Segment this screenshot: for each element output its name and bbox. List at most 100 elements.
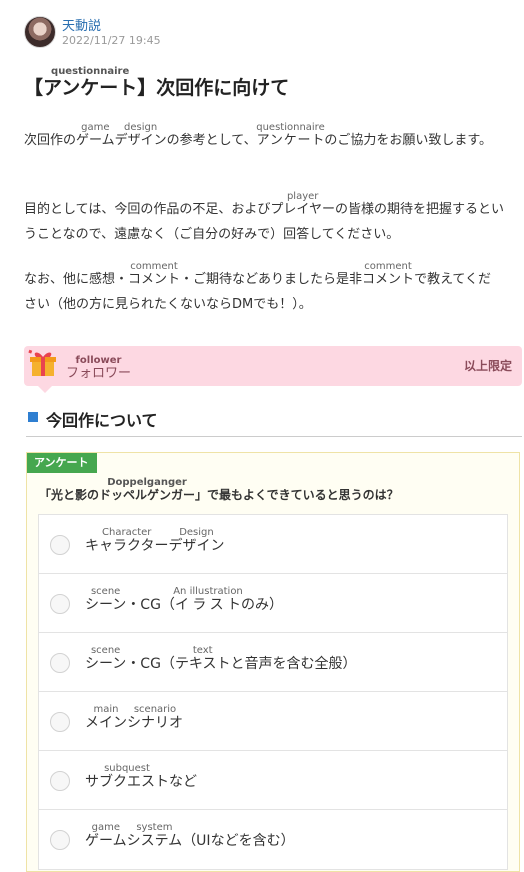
para1-ruby-design-base: デザイン (114, 133, 167, 148)
option-ruby-base: システム (126, 833, 183, 849)
title-open: 【 (24, 77, 44, 99)
option-ruby-text: An illustration (173, 586, 243, 597)
follower-label: フォロワーfollower (66, 355, 131, 381)
option-ruby-base: テキスト (174, 656, 231, 672)
para1-ruby-game-base: ゲーム (76, 133, 115, 148)
title-rest: 】次回作に向けて (137, 77, 290, 99)
para3-ruby-comment-1-text: comment (128, 261, 181, 272)
option-ruby: メインmain (85, 704, 127, 731)
option-ruby-base: ゲーム (85, 833, 127, 849)
title-ruby-text: questionnaire (43, 66, 138, 77)
option-text: のみ） (241, 597, 284, 613)
option-ruby-base: シーン (85, 656, 127, 672)
option-label[interactable]: シーンscene・CG（イラストAn illustrationのみ） (85, 586, 283, 614)
para1-text-1: 次回作の (24, 133, 77, 148)
survey-box: アンケート 「光と影のドッペルゲンガーDoppelganger」で最もよくできて… (26, 452, 520, 872)
option-text: （UIなどを含む） (182, 833, 295, 849)
option-ruby: シーンscene (85, 586, 127, 613)
option-ruby-base: メイン (85, 715, 127, 731)
option-ruby-base: キャラクター (85, 538, 169, 554)
option-ruby-base: シナリオ (127, 715, 183, 731)
option-ruby-text: subquest (85, 763, 169, 774)
para1-ruby-questionnaire: アンケートquestionnaire (256, 122, 325, 148)
para2-ruby-player-text: player (270, 191, 335, 202)
option-ruby: テキストtext (174, 645, 231, 672)
option-ruby: キャラクターCharacter (85, 527, 169, 554)
survey-option[interactable]: シーンscene・CG（テキストtextと音声を含む全般） (39, 633, 507, 692)
para3-text-1: なお、他に感想・ (24, 272, 129, 287)
para3-ruby-comment-2-base: コメント (362, 272, 415, 287)
paragraph-3: なお、他に感想・コメントcomment・ご期待などありましたら是非コメントcom… (24, 261, 504, 317)
option-ruby-text: game (85, 822, 127, 833)
option-ruby: ゲームgame (85, 822, 127, 849)
para2-ruby-player-base: プレイヤー (270, 202, 335, 217)
option-label[interactable]: メインmainシナリオscenario (85, 704, 183, 732)
option-ruby-base: デザイン (168, 538, 225, 554)
gift-icon (28, 349, 56, 376)
option-ruby: サブクエストsubquest (85, 763, 169, 790)
option-ruby-text: main (85, 704, 127, 715)
para3-ruby-comment-1: コメントcomment (128, 261, 181, 287)
question-ruby-base: ドッペルゲンガー (99, 488, 196, 502)
option-ruby: システムsystem (126, 822, 183, 849)
post-header: 天動説 2022/11/27 19:45 (24, 14, 504, 50)
para3-ruby-comment-1-base: コメント (128, 272, 181, 287)
post-date: 2022/11/27 19:45 (62, 34, 161, 47)
para1-ruby-game: ゲームgame (76, 122, 115, 148)
author-name[interactable]: 天動説 (62, 15, 101, 34)
option-ruby: シナリオscenario (127, 704, 183, 731)
option-ruby: イラストAn illustration (173, 586, 243, 613)
paragraph-1: 次回作のゲームgameデザインdesignの参考として、アンケートquestio… (24, 122, 504, 153)
title-ruby-base: アンケート (43, 77, 138, 99)
question-text-2: 」で最もよくできていると思うのは？ (195, 488, 399, 502)
option-ruby: デザインDesign (168, 527, 225, 554)
para3-text-2: ・ご期待などありましたら是非 (180, 272, 363, 287)
follower-limit-box: フォロワーfollower 以上限定 (24, 346, 522, 393)
survey-options: キャラクターCharacterデザインDesign シーンscene・CG（イラ… (38, 514, 508, 870)
option-ruby: シーンscene (85, 645, 127, 672)
option-ruby-text: text (174, 645, 231, 656)
option-ruby-text: scene (85, 645, 127, 656)
radio-button[interactable] (50, 712, 70, 732)
radio-button[interactable] (50, 830, 70, 850)
follower-ruby-text: follower (66, 355, 131, 366)
option-ruby-base: イラスト (173, 597, 243, 613)
section-heading: 今回作について (26, 406, 522, 437)
follower-ruby-base: フォロワー (66, 366, 132, 381)
para3-ruby-comment-2-text: comment (362, 261, 415, 272)
survey-question: 「光と影のドッペルゲンガーDoppelganger」で最もよくできていると思うの… (39, 477, 399, 503)
survey-option[interactable]: サブクエストsubquestなど (39, 751, 507, 810)
para1-text-2: の参考として、 (166, 133, 257, 148)
survey-option[interactable]: シーンscene・CG（イラストAn illustrationのみ） (39, 574, 507, 633)
question-text-1: 「光と影の (39, 488, 100, 502)
square-icon (28, 412, 38, 422)
radio-button[interactable] (50, 594, 70, 614)
survey-tag: アンケート (27, 453, 97, 473)
radio-button[interactable] (50, 653, 70, 673)
option-text: ・CG（ (126, 656, 175, 672)
radio-button[interactable] (50, 771, 70, 791)
option-label[interactable]: シーンscene・CG（テキストtextと音声を含む全般） (85, 645, 357, 673)
para1-ruby-questionnaire-base: アンケート (256, 133, 325, 148)
paragraph-2: 目的としては、今回の作品の不足、およびプレイヤーplayerの皆様の期待を把握す… (24, 191, 504, 247)
follower-ruby: フォロワーfollower (66, 355, 132, 381)
option-label[interactable]: サブクエストsubquestなど (85, 763, 197, 791)
para1-ruby-design-text: design (114, 122, 167, 133)
question-ruby: ドッペルゲンガーDoppelganger (99, 477, 196, 502)
survey-option[interactable]: キャラクターCharacterデザインDesign (39, 515, 507, 574)
para1-ruby-questionnaire-text: questionnaire (256, 122, 325, 133)
option-label[interactable]: ゲームgameシステムsystem（UIなどを含む） (85, 822, 295, 850)
option-text: と音声を含む全般） (230, 656, 357, 672)
avatar[interactable] (24, 16, 56, 48)
option-ruby-base: シーン (85, 597, 127, 613)
option-ruby-text: Design (168, 527, 225, 538)
para1-ruby-game-text: game (76, 122, 115, 133)
limit-condition: 以上限定 (463, 359, 512, 373)
option-ruby-text: Character (85, 527, 169, 538)
section-title: 今回作について (46, 411, 158, 430)
page-title: 【アンケートquestionnaire】次回作に向けて (24, 66, 289, 98)
option-label[interactable]: キャラクターCharacterデザインDesign (85, 527, 224, 555)
radio-button[interactable] (50, 535, 70, 555)
survey-option[interactable]: メインmainシナリオscenario (39, 692, 507, 751)
survey-option[interactable]: ゲームgameシステムsystem（UIなどを含む） (39, 810, 507, 869)
